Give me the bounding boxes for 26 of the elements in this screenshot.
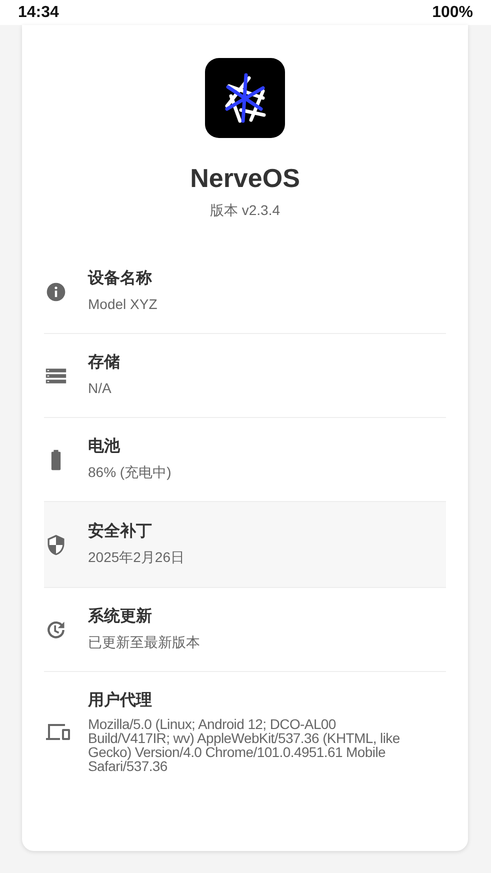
battery-percent: 100% [432, 4, 473, 22]
row-title: 设备名称 [88, 269, 153, 289]
info-row[interactable]: 用户代理 Mozilla/5.0 (Linux; Android 12; DCO-AL00 Build/V417IR; wv) AppleWebKit/537.36 (KHTML, like Gecko) Version/4.0 Chrome/101.0.4951.61 Mobile Safari/537.36 [44, 672, 446, 792]
status-time: 14:34 [18, 4, 59, 22]
info-row[interactable]: 设备名称 Model XYZ [44, 250, 446, 333]
info-icon [45, 280, 67, 302]
row-title: 安全补丁 [88, 522, 153, 542]
info-row[interactable]: 电池 86% (充电中) [44, 418, 446, 501]
history-icon [45, 618, 67, 640]
devices-icon [45, 721, 71, 743]
row-title: 电池 [88, 437, 121, 457]
shield-icon [45, 534, 67, 556]
row-value: Mozilla/5.0 (Linux; Android 12; DCO-AL00 Build/V417IR; wv) AppleWebKit/537.36 (KHTML, like Gecko) Version/4.0 Chrome/101.0.4951.61 Mobile Safari/537.36 [88, 717, 401, 773]
row-title: 系统更新 [88, 607, 153, 627]
info-row[interactable]: 安全补丁 2025年2月26日 [44, 502, 446, 587]
app-version: 版本 v2.3.4 [210, 201, 280, 219]
row-value: Model XYZ [88, 295, 158, 314]
row-title: 用户代理 [88, 691, 153, 711]
row-value: N/A [88, 379, 112, 398]
app-name: NerveOS [190, 162, 300, 195]
info-row[interactable]: 系统更新 已更新至最新版本 [44, 588, 446, 671]
row-value: 2025年2月26日 [88, 548, 186, 567]
info-row[interactable]: 存储 N/A [44, 334, 446, 417]
row-title: 存储 [88, 353, 121, 373]
row-value: 已更新至最新版本 [88, 633, 201, 652]
row-value: 86% (充电中) [88, 463, 172, 482]
